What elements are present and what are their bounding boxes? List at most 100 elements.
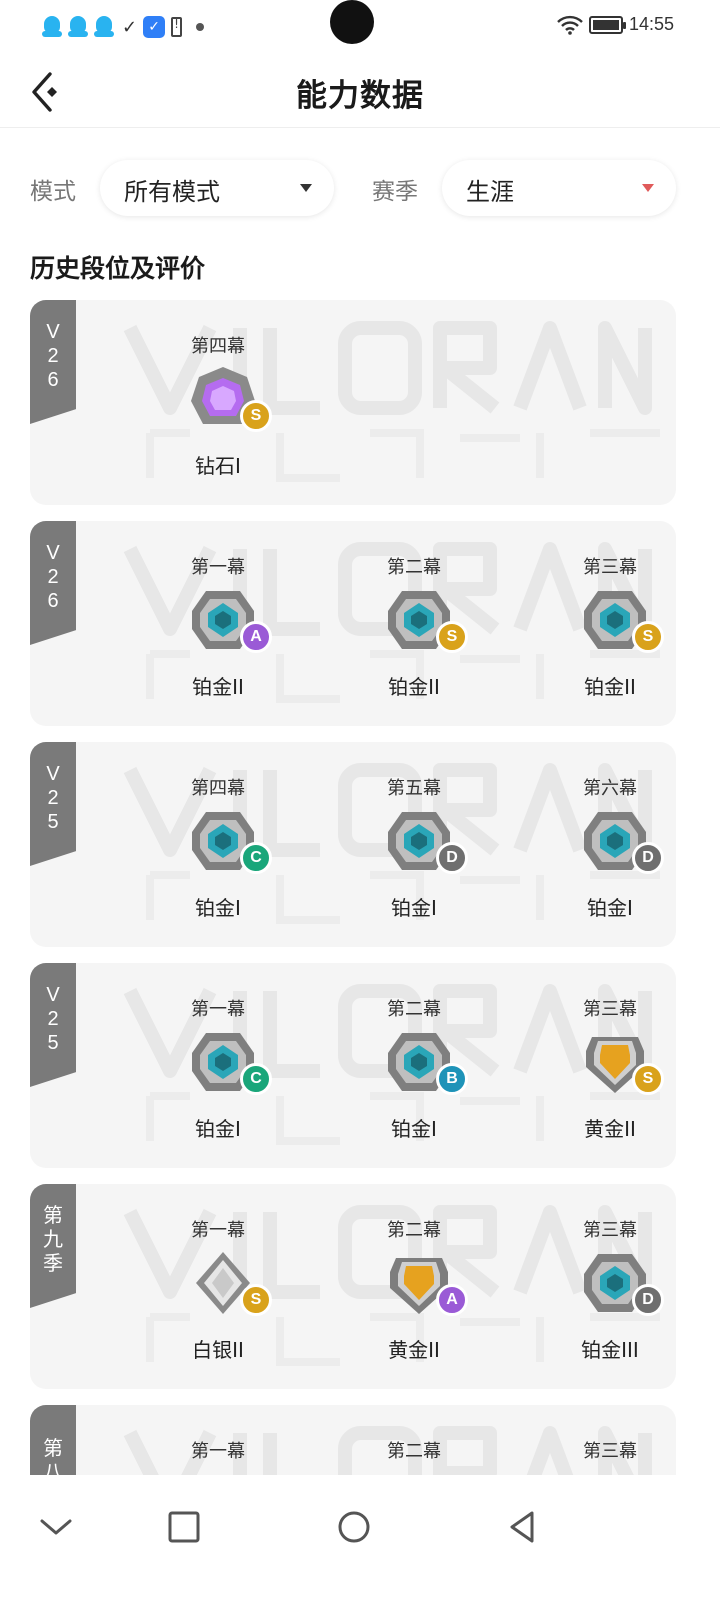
collapse-icon xyxy=(40,1519,72,1535)
mode-select[interactable]: 所有模式 xyxy=(100,160,334,216)
mode-label: 模式 xyxy=(30,179,76,205)
rank-name: 铂金I xyxy=(391,896,437,920)
season-card[interactable]: V 2 5 第四幕 C 铂金I 第五幕 D 铂金I 第六幕 D 铂金I xyxy=(30,742,676,947)
grade-badge: S xyxy=(436,621,468,653)
qq-icon xyxy=(94,16,114,38)
grade-badge: S xyxy=(632,1063,664,1095)
act-name: 第五幕 xyxy=(387,778,441,799)
rank-name: 黄金II xyxy=(388,1338,440,1362)
grade-badge: C xyxy=(240,1063,272,1095)
act-name: 第三幕 xyxy=(583,1441,637,1462)
season-tag-char: 2 xyxy=(47,345,59,367)
mode-select-value: 所有模式 xyxy=(124,178,220,206)
act-rank-item[interactable]: 第四幕 S 钻石I xyxy=(120,300,316,505)
rank-name: 黄金II xyxy=(584,1117,636,1141)
grade-badge: S xyxy=(632,621,664,653)
rank-name: 铂金I xyxy=(587,896,633,920)
recents-button[interactable] xyxy=(160,1503,208,1551)
grade-badge: D xyxy=(632,842,664,874)
rank-history-list[interactable]: V 2 6 第四幕 S 钻石I V 2 6 第一幕 A 铂金II 第二幕 S 铂金II 第三幕 S 铂金II V 2 5… xyxy=(0,300,720,1475)
season-label: 赛季 xyxy=(372,179,418,205)
chevron-down-icon xyxy=(300,184,312,192)
system-nav-bar xyxy=(0,1475,720,1600)
season-tag: V25 xyxy=(30,742,76,866)
act-name: 第一幕 xyxy=(191,1441,245,1462)
season-tag: V26 xyxy=(30,521,76,645)
season-tag-char: 2 xyxy=(47,787,59,809)
act-rank-item[interactable]: 第六幕 D 铂金I xyxy=(512,742,676,947)
grade-badge: D xyxy=(632,1284,664,1316)
act-name: 第一幕 xyxy=(191,999,245,1020)
act-rank-item[interactable]: 第二幕 B 铂金I xyxy=(316,963,512,1168)
season-tag-char: 2 xyxy=(47,1008,59,1030)
act-name: 第三幕 xyxy=(583,557,637,578)
season-tag-char: 第 xyxy=(43,1205,63,1227)
season-tag: V26 xyxy=(30,300,76,424)
season-tag-char: 2 xyxy=(47,566,59,588)
season-tag: 第八 xyxy=(30,1405,76,1475)
act-name: 第三幕 xyxy=(583,999,637,1020)
act-rank-item[interactable]: 第二幕 A 黄金II xyxy=(316,1184,512,1389)
act-rank-item[interactable]: 第二幕 S 铂金II xyxy=(316,521,512,726)
act-rank-item[interactable]: 第三幕 S 铂金II xyxy=(512,521,676,726)
rank-name: 铂金I xyxy=(391,1117,437,1141)
season-tag: V25 xyxy=(30,963,76,1087)
season-tag-char: 5 xyxy=(47,1032,59,1054)
season-tag-char: 6 xyxy=(47,590,59,612)
grade-badge: A xyxy=(240,621,272,653)
act-rank-item[interactable]: 第三幕 xyxy=(512,1405,676,1475)
home-icon xyxy=(338,1511,370,1543)
season-card[interactable]: V 2 6 第一幕 A 铂金II 第二幕 S 铂金II 第三幕 S 铂金II xyxy=(30,521,676,726)
act-rank-item[interactable]: 第一幕 C 铂金I xyxy=(120,963,316,1168)
act-rank-item[interactable]: 第一幕 xyxy=(120,1405,316,1475)
act-rank-item[interactable]: 第一幕 A 铂金II xyxy=(120,521,316,726)
act-rank-item[interactable]: 第三幕 D 铂金III xyxy=(512,1184,676,1389)
qq-icon xyxy=(42,16,62,38)
act-name: 第二幕 xyxy=(387,1441,441,1462)
season-tag-char: 5 xyxy=(47,811,59,833)
battery-alert-icon xyxy=(171,17,183,37)
act-name: 第二幕 xyxy=(387,557,441,578)
grade-badge: A xyxy=(436,1284,468,1316)
rank-name: 铂金II xyxy=(192,675,244,699)
grade-badge: B xyxy=(436,1063,468,1095)
season-tag: 第九季 xyxy=(30,1184,76,1308)
camera-cutout xyxy=(330,0,374,44)
season-tag-char: V xyxy=(46,542,60,564)
notification-icons: ✓ ✓ xyxy=(42,16,205,38)
act-rank-item[interactable]: 第五幕 D 铂金I xyxy=(316,742,512,947)
rank-name: 铂金II xyxy=(584,675,636,699)
chevron-down-icon xyxy=(642,184,654,192)
grade-badge: C xyxy=(240,842,272,874)
season-card[interactable]: V 2 5 第一幕 C 铂金I 第二幕 B 铂金I 第三幕 S 黄金II xyxy=(30,963,676,1168)
recents-icon xyxy=(168,1511,200,1543)
act-rank-item[interactable]: 第三幕 S 黄金II xyxy=(512,963,676,1168)
collapse-button[interactable] xyxy=(32,1503,80,1551)
back-icon xyxy=(510,1511,534,1543)
season-card[interactable]: 第八第一幕 第二幕 第三幕 xyxy=(30,1405,676,1475)
act-rank-item[interactable]: 第四幕 C 铂金I xyxy=(120,742,316,947)
page-title: 能力数据 xyxy=(296,78,424,114)
back-nav-button[interactable] xyxy=(498,1503,546,1551)
season-card[interactable]: V 2 6 第四幕 S 钻石I xyxy=(30,300,676,505)
rank-name: 钻石I xyxy=(195,454,241,478)
season-select[interactable]: 生涯 xyxy=(442,160,676,216)
grade-badge: D xyxy=(436,842,468,874)
system-icons: 14:55 xyxy=(557,14,674,35)
season-tag-char: 九 xyxy=(43,1229,63,1251)
act-rank-item[interactable]: 第二幕 xyxy=(316,1405,512,1475)
home-button[interactable] xyxy=(330,1503,378,1551)
season-tag-char: 6 xyxy=(47,369,59,391)
act-name: 第四幕 xyxy=(191,778,245,799)
act-rank-item[interactable]: 第一幕 S 白银II xyxy=(120,1184,316,1389)
clock: 14:55 xyxy=(628,14,674,34)
check-icon: ✓ xyxy=(122,16,138,38)
season-tag-char: 第 xyxy=(43,1438,63,1460)
grade-badge: S xyxy=(240,1284,272,1316)
rank-name: 铂金III xyxy=(581,1338,639,1362)
rank-name: 铂金II xyxy=(388,675,440,699)
status-bar: ✓ ✓ 14:55 xyxy=(0,0,720,56)
season-tag-char: 季 xyxy=(43,1253,63,1275)
season-card[interactable]: 第九季 第一幕 S 白银II 第二幕 A 黄金II 第三幕 D 铂金III xyxy=(30,1184,676,1389)
act-name: 第三幕 xyxy=(583,1220,637,1241)
